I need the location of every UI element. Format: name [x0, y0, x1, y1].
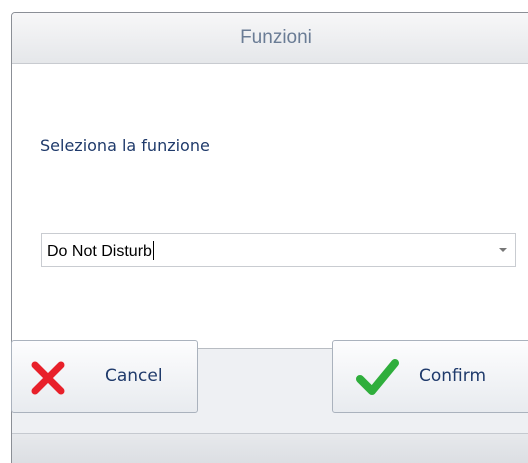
confirm-button-label: Confirm — [419, 366, 487, 386]
dialog-content: Seleziona la funzione Do Not Disturb — [12, 64, 528, 349]
function-select[interactable]: Do Not Disturb — [41, 233, 516, 267]
select-function-label: Seleziona la funzione — [40, 136, 210, 155]
function-select-value[interactable]: Do Not Disturb — [47, 241, 154, 261]
confirm-button[interactable]: Confirm — [332, 340, 528, 413]
cancel-button-label: Cancel — [105, 366, 163, 386]
dialog-title-bar[interactable]: Funzioni — [12, 13, 528, 64]
dialog-bottom-bar — [12, 433, 528, 463]
cancel-button[interactable]: Cancel — [11, 340, 198, 413]
chevron-down-icon[interactable] — [499, 248, 507, 252]
close-icon — [29, 359, 67, 401]
checkmark-icon — [355, 355, 399, 403]
screen: Funzioni Seleziona la funzione Do Not Di… — [0, 0, 528, 463]
dialog-title: Funzioni — [240, 27, 312, 48]
text-cursor — [152, 241, 154, 260]
function-select-text: Do Not Disturb — [47, 243, 152, 260]
